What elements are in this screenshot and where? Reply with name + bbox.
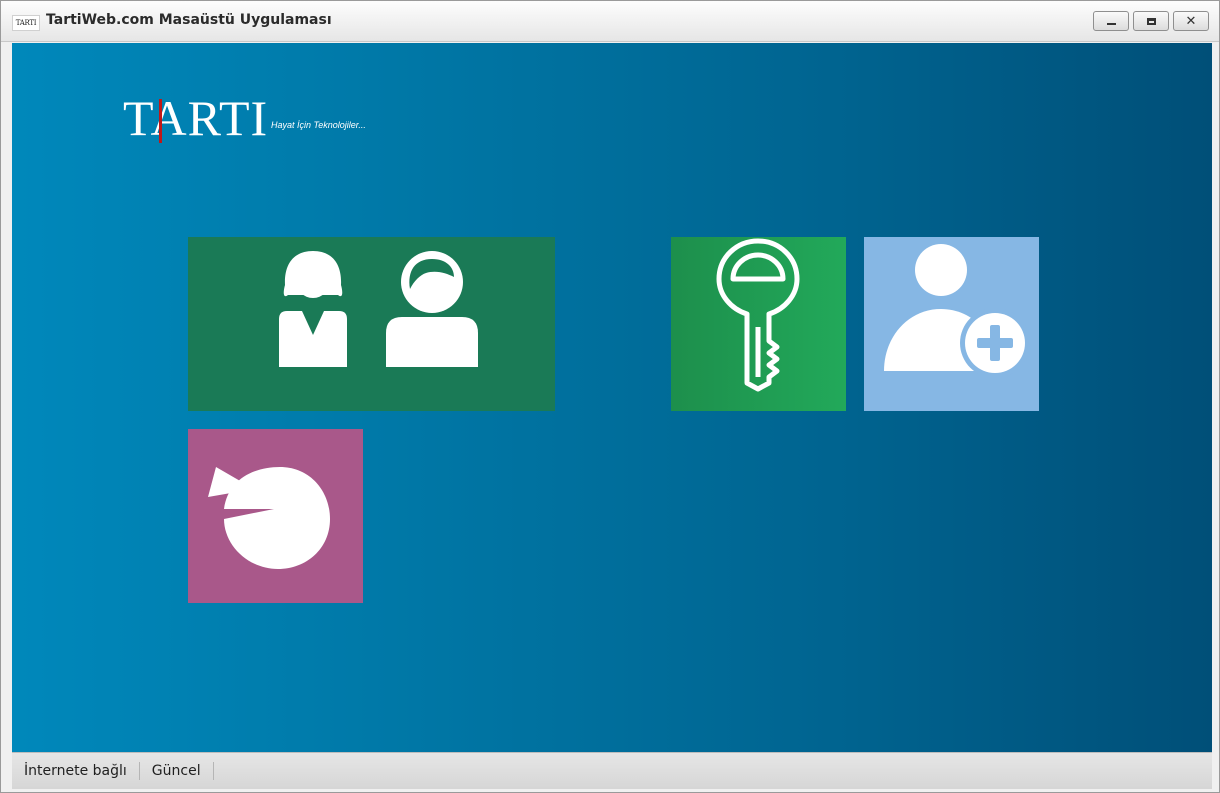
pie-chart-icon <box>208 467 330 569</box>
tile-key[interactable] <box>671 237 846 411</box>
minimize-icon <box>1106 23 1116 25</box>
close-icon: ✕ <box>1185 13 1197 29</box>
users-icon <box>279 251 478 367</box>
maximize-button[interactable] <box>1133 11 1169 31</box>
add-user-icon <box>884 244 1030 378</box>
status-connection: İnternete bağlı <box>12 762 140 780</box>
app-logo-icon[interactable]: TARTI <box>12 15 40 31</box>
main-panel: TARTI Hayat İçin Teknolojiler... <box>12 43 1212 752</box>
title-bar[interactable]: TARTI TartiWeb.com Masaüstü Uygulaması ✕ <box>1 1 1219 42</box>
tile-add-user[interactable] <box>864 237 1039 411</box>
tarti-logo: TARTI Hayat İçin Teknolojiler... <box>123 93 423 153</box>
close-button[interactable]: ✕ <box>1173 11 1209 31</box>
maximize-icon <box>1146 17 1156 25</box>
tile-reports[interactable] <box>188 429 363 603</box>
key-icon <box>716 238 800 392</box>
logo-text: TARTI <box>123 90 269 146</box>
app-window: TARTI TartiWeb.com Masaüstü Uygulaması ✕… <box>0 0 1220 793</box>
minimize-button[interactable] <box>1093 11 1129 31</box>
status-bar: İnternete bağlı Güncel <box>12 752 1212 789</box>
status-update: Güncel <box>140 762 214 780</box>
logo-tagline: Hayat İçin Teknolojiler... <box>271 120 366 130</box>
window-title: TartiWeb.com Masaüstü Uygulaması <box>46 12 332 28</box>
window-controls: ✕ <box>1093 11 1209 31</box>
tile-users[interactable] <box>188 237 555 411</box>
logo-accent-bar <box>159 99 162 143</box>
